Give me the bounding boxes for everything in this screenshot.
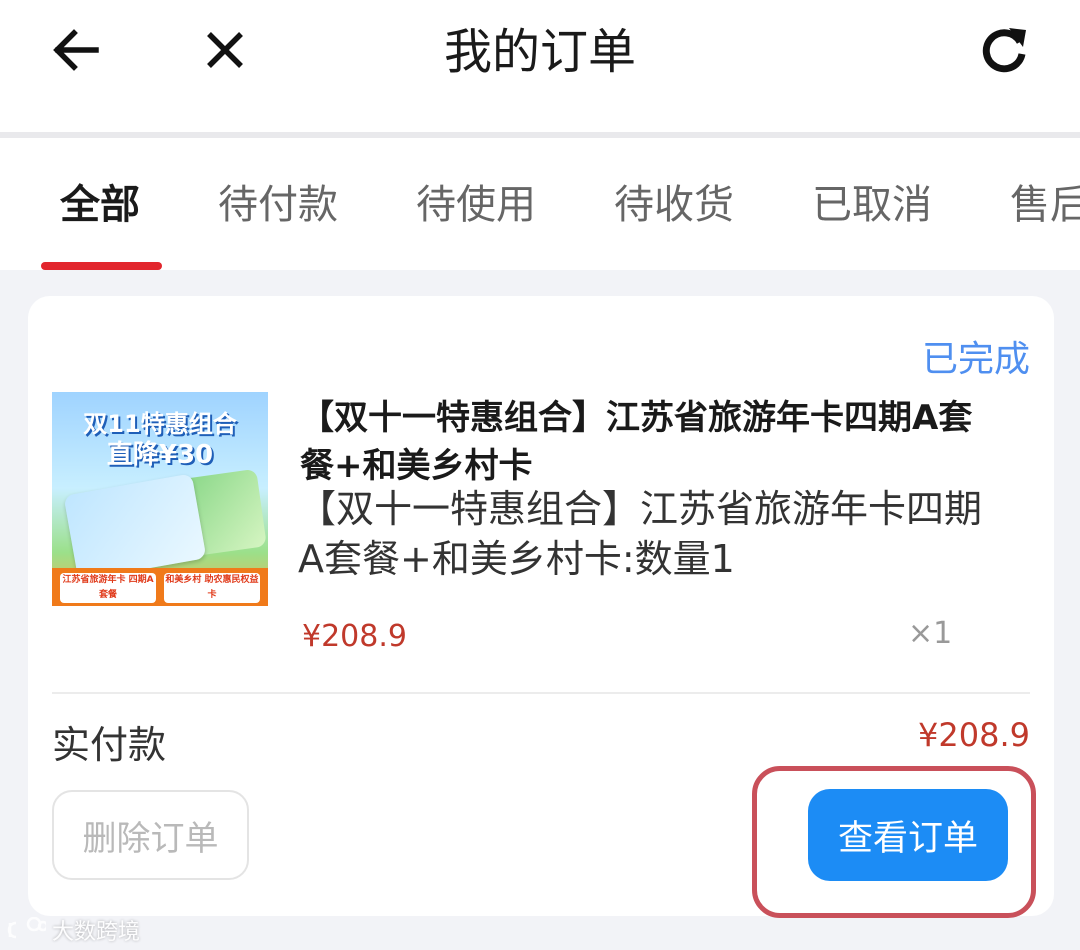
watermark-logo-icon [7, 917, 46, 939]
tab-pending-payment[interactable]: 待付款 [218, 180, 338, 230]
refresh-icon [982, 28, 1026, 73]
tab-cancelled[interactable]: 已取消 [812, 180, 932, 230]
product-title[interactable]: 【双十一特惠组合】江苏省旅游年卡四期A套餐+和美乡村卡 [300, 394, 980, 490]
order-status: 已完成 [921, 339, 1030, 380]
product-quantity: ×1 [908, 616, 953, 651]
tab-all[interactable]: 全部 [60, 180, 140, 230]
product-image-discount: 直降¥30 [106, 440, 214, 470]
product-price: ¥208.9 [302, 619, 407, 654]
watermark: 大数跨境 [6, 914, 140, 946]
paid-label: 实付款 [52, 723, 167, 767]
paid-amount: ¥208.9 [918, 716, 1030, 754]
tab-to-use[interactable]: 待使用 [416, 180, 536, 230]
product-image[interactable]: 双11特惠组合 直降¥30 江苏省旅游年卡 四期A套餐 和美乡村 助农惠民权益卡 [52, 392, 268, 606]
active-tab-indicator [41, 262, 162, 270]
watermark-text: 大数跨境 [52, 920, 141, 945]
card-divider [52, 692, 1030, 694]
top-bar: 我的订单 [0, 0, 1080, 132]
product-description: 【双十一特惠组合】江苏省旅游年卡四期A套餐+和美乡村卡:数量1 [298, 487, 983, 581]
order-tabs: 全部 待付款 待使用 待收货 已取消 售后 [0, 138, 1080, 270]
tab-to-receive[interactable]: 待收货 [614, 180, 734, 230]
product-image-left-label: 江苏省旅游年卡 四期A套餐 [60, 573, 156, 603]
page-title: 我的订单 [443, 24, 636, 80]
tab-after-sales[interactable]: 售后 [1010, 180, 1080, 230]
travel-card-graphic [63, 473, 207, 581]
view-order-button[interactable]: 查看订单 [808, 789, 1008, 881]
product-image-right-label: 和美乡村 助农惠民权益卡 [164, 573, 260, 603]
delete-order-button[interactable]: 删除订单 [52, 790, 249, 880]
refresh-button[interactable] [972, 18, 1036, 82]
order-card[interactable]: 已完成 双11特惠组合 直降¥30 江苏省旅游年卡 四期A套餐 和美乡村 助农惠… [28, 296, 1054, 918]
